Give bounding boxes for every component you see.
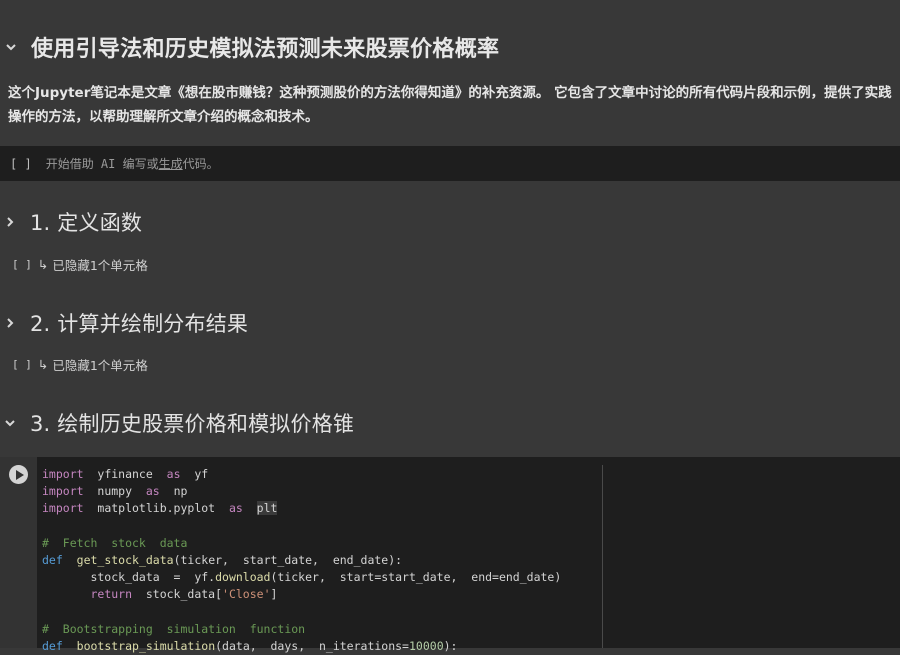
code-token: def	[42, 639, 63, 654]
code-token: as	[228, 501, 243, 516]
ruler-line	[602, 465, 603, 648]
code-line: import numpy as np	[42, 483, 561, 500]
section-1-header[interactable]: 1. 定义函数	[0, 207, 900, 237]
run-cell-button[interactable]	[9, 465, 28, 484]
code-line: def get_stock_data(ticker, start_date, e…	[42, 552, 561, 569]
code-line: return stock_data['Close']	[42, 586, 561, 603]
code-token: get_stock_data	[76, 553, 174, 568]
play-icon	[15, 469, 24, 480]
cell-brackets: [ ]	[10, 156, 32, 171]
return-arrow-icon: ↳	[37, 357, 49, 372]
code-editor[interactable]: import yfinance as yf import numpy as np i…	[42, 466, 561, 655]
code-token: ):	[443, 639, 458, 654]
code-line: import matplotlib.pyplot as plt	[42, 500, 561, 517]
code-token: ]	[270, 587, 278, 602]
code-token: 10000	[409, 639, 444, 654]
section-title: 2. 计算并绘制分布结果	[30, 312, 249, 336]
section-title: 1. 定义函数	[30, 211, 143, 235]
code-token: bootstrap_simulation	[76, 639, 216, 654]
hidden-cells-indicator[interactable]: [ ] ↳ 已隐藏1个单元格	[12, 355, 148, 374]
cell-brackets: [ ]	[12, 358, 32, 371]
code-token: (ticker, start=start_date, end=end_date)	[270, 570, 562, 585]
notebook-title: 使用引导法和历史模拟法预测未来股票价格概率	[31, 37, 500, 62]
code-token: as	[166, 467, 181, 481]
code-token: as	[145, 484, 160, 499]
code-cell[interactable]: import yfinance as yf import numpy as np i…	[0, 457, 900, 653]
ai-prompt-cell[interactable]: [ ] 开始借助 AI 编写或生成代码。	[0, 146, 900, 181]
chevron-down-icon[interactable]	[0, 412, 21, 434]
intro-paragraph: 这个Jupyter笔记本是文章《想在股市赚钱？这种预测股价的方法你得知道》的补充…	[8, 85, 892, 125]
code-token: import	[42, 484, 84, 499]
hidden-cells-indicator[interactable]: [ ] ↳ 已隐藏1个单元格	[12, 255, 148, 274]
code-line: def bootstrap_simulation(data, days, n_i…	[42, 638, 561, 655]
code-line: import yfinance as yf	[42, 466, 561, 483]
hidden-cells-text: 已隐藏1个单元格	[52, 358, 148, 373]
chevron-right-icon[interactable]	[0, 312, 21, 334]
code-token: numpy	[83, 484, 146, 499]
code-token: return	[90, 587, 133, 602]
code-token: (data, days, n_iterations=	[215, 639, 409, 654]
code-token: stock_data[	[132, 587, 223, 602]
section-3-header[interactable]: 3. 绘制历史股票价格和模拟价格锥	[0, 408, 900, 438]
code-token: stock_data = yf.	[42, 570, 216, 585]
notebook-page: 使用引导法和历史模拟法预测未来股票价格概率 这个Jupyter笔记本是文章《想在…	[0, 0, 900, 653]
code-token: # Bootstrapping simulation function	[42, 621, 306, 636]
section-title: 3. 绘制历史股票价格和模拟价格锥	[30, 412, 355, 436]
code-token: def	[42, 553, 63, 568]
chevron-down-icon[interactable]	[0, 36, 22, 58]
generate-link[interactable]: 生成	[159, 157, 183, 171]
code-token: yfinance	[83, 467, 167, 481]
code-token: yf	[180, 467, 209, 481]
chevron-right-icon[interactable]	[0, 211, 21, 233]
title-section-header: 使用引导法和历史模拟法预测未来股票价格概率	[0, 31, 900, 63]
section-2-header[interactable]: 2. 计算并绘制分布结果	[0, 308, 900, 338]
code-token: plt	[256, 501, 278, 516]
ai-prompt-text: 开始借助 AI 编写或生成代码。	[45, 157, 219, 171]
code-line: stock_data = yf.download(ticker, start=s…	[42, 569, 561, 586]
code-line: # Fetch stock data	[42, 535, 561, 552]
code-token: # Fetch stock data	[42, 535, 188, 550]
code-token: (ticker, start_date, end_date):	[173, 553, 403, 568]
code-token: download	[215, 570, 271, 585]
code-token: np	[159, 484, 188, 499]
cell-brackets: [ ]	[12, 258, 32, 271]
code-token: matplotlib.pyplot	[83, 501, 229, 516]
hidden-cells-text: 已隐藏1个单元格	[52, 258, 148, 273]
code-token: import	[42, 467, 84, 481]
cell-gutter	[0, 457, 37, 648]
code-token: import	[42, 501, 84, 516]
return-arrow-icon: ↳	[37, 257, 49, 272]
code-token: 'Close'	[222, 587, 271, 602]
code-line: # Bootstrapping simulation function	[42, 621, 561, 638]
